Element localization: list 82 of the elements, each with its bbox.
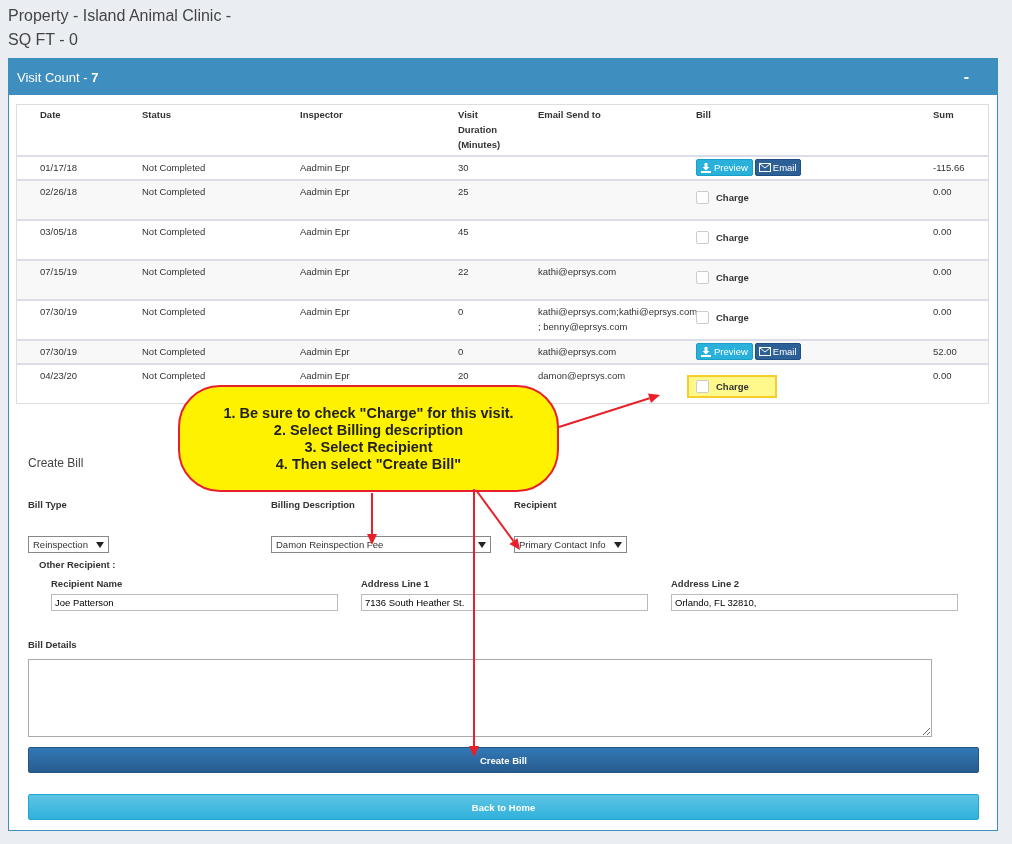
table-cell-text: 0.00 xyxy=(933,225,953,239)
table-cell-text: -115.66 xyxy=(933,161,966,175)
column-header: Sum xyxy=(933,108,955,122)
details-textarea[interactable] xyxy=(28,659,932,737)
download-icon xyxy=(701,162,711,173)
envelope-icon xyxy=(758,347,771,356)
dropdown[interactable]: Primary Contact Info xyxy=(514,536,627,553)
table-cell-text: 03/05/18 xyxy=(40,225,78,239)
table-cell-text: 0.00 xyxy=(933,265,953,279)
table-cell-text: kathi@eprsys.com xyxy=(538,265,618,279)
table-cell-text: Not Completed xyxy=(142,225,207,239)
input-field[interactable]: 7136 South Heather St. xyxy=(361,594,648,611)
table-cell-text: 07/30/19 xyxy=(40,345,78,359)
table-cell-text: 0 xyxy=(458,305,465,319)
table-cell-text: 04/23/20 xyxy=(40,369,78,383)
column-header: Visit Duration (Minutes) xyxy=(458,108,502,152)
field-label: Other Recipient : xyxy=(39,559,117,570)
table-cell-text: 0.00 xyxy=(933,369,953,383)
table-cell-text: Aadmin Epr xyxy=(300,225,351,239)
panel-title: Visit Count - 7 xyxy=(17,69,99,85)
field-label: Address Line 1 xyxy=(361,578,431,589)
column-header: Status xyxy=(142,108,173,122)
section-heading: Create Bill xyxy=(28,456,84,470)
table-cell-text: 02/26/18 xyxy=(40,185,78,199)
download-icon xyxy=(701,346,711,357)
table-cell-text: 25 xyxy=(458,185,470,199)
table-cell-text: 22 xyxy=(458,265,470,279)
table-cell-text: Aadmin Epr xyxy=(300,265,351,279)
table-cell-text: 07/15/19 xyxy=(40,265,78,279)
charge-checkbox[interactable]: Charge xyxy=(696,271,749,284)
table-cell-text: Not Completed xyxy=(142,265,207,279)
highlighted-charge-checkbox[interactable]: Charge xyxy=(687,375,777,398)
table-cell-text: Aadmin Epr xyxy=(300,161,351,175)
charge-checkbox[interactable]: Charge xyxy=(696,231,749,244)
table-cell-text: Aadmin Epr xyxy=(300,305,351,319)
callout: 1. Be sure to check "Charge" for this visit. 2. Select Billing description 3. Select Recipient 4. Then select "Create Bill" xyxy=(178,385,559,492)
column-header: Bill xyxy=(696,108,712,122)
charge-checkbox[interactable]: Charge xyxy=(696,311,749,324)
field-label: Address Line 2 xyxy=(671,578,741,589)
caret-icon xyxy=(613,541,622,548)
charge-checkbox[interactable]: Charge xyxy=(696,191,749,204)
field-label: Bill Details xyxy=(28,639,78,650)
table-cell-text: Not Completed xyxy=(142,345,207,359)
table-cell-text: Not Completed xyxy=(142,369,207,383)
table-cell-text: 01/17/18 xyxy=(40,161,78,175)
table-cell-text: 30 xyxy=(458,161,470,175)
input-field[interactable]: Orlando, FL 32810, xyxy=(671,594,958,611)
table-cell-text: kathi@eprsys.com xyxy=(538,345,618,359)
page-title: Property - Island Animal Clinic - xyxy=(8,6,233,26)
column-header: Date xyxy=(40,108,62,122)
table-cell-text: 07/30/19 xyxy=(40,305,78,319)
table-cell-text: 0.00 xyxy=(933,305,953,319)
table-cell-text: Aadmin Epr xyxy=(300,185,351,199)
caret-icon xyxy=(95,541,104,548)
create-bill-button[interactable]: Create Bill xyxy=(28,747,979,773)
field-label: Recipient xyxy=(514,499,558,510)
page-title: SQ FT - 0 xyxy=(8,30,79,50)
email-button[interactable]: Email xyxy=(754,159,801,176)
table-cell-text: Aadmin Epr xyxy=(300,369,351,383)
table-cell-text: 0.00 xyxy=(933,185,953,199)
dropdown[interactable]: Damon Reinspection Fee xyxy=(271,536,491,553)
dropdown[interactable]: Reinspection xyxy=(28,536,109,553)
table-cell-text: 20 xyxy=(458,369,470,383)
field-label: Billing Description xyxy=(271,499,356,510)
collapse-button[interactable]: - xyxy=(963,68,969,86)
input-field[interactable]: Joe Patterson xyxy=(51,594,338,611)
field-label: Recipient Name xyxy=(51,578,124,589)
envelope-icon xyxy=(758,163,771,172)
table-cell-text: Aadmin Epr xyxy=(300,345,351,359)
table-cell-text: 52.00 xyxy=(933,345,958,359)
table-cell-text: Not Completed xyxy=(142,161,207,175)
table-cell-text: damon@eprsys.com xyxy=(538,369,627,383)
table-cell-text: Not Completed xyxy=(142,185,207,199)
field-label: Bill Type xyxy=(28,499,68,510)
column-header: Email Send to xyxy=(538,108,602,122)
caret-icon xyxy=(478,541,486,548)
table-cell-text: Not Completed xyxy=(142,305,207,319)
column-header: Inspector xyxy=(300,108,344,122)
table-cell-text: kathi@eprsys.com;kathi@eprsys.com ; benny@eprsys.com xyxy=(538,305,696,334)
email-button[interactable]: Email xyxy=(754,343,801,360)
table-cell-text: 0 xyxy=(458,345,465,359)
table-cell-text: 45 xyxy=(458,225,470,239)
